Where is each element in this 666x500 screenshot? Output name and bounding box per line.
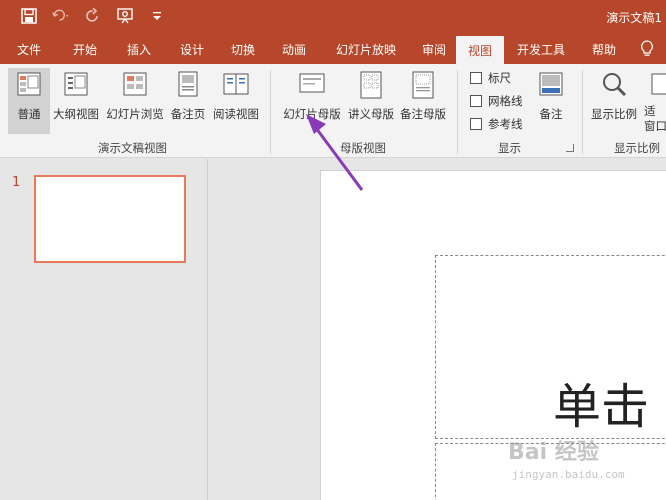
outline-view-icon [64, 72, 88, 96]
tab-insert[interactable]: 插入 [112, 34, 166, 64]
notes-page-button[interactable]: 备注页 [168, 68, 208, 134]
guides-label: 参考线 [488, 117, 523, 131]
outline-view-label: 大纲视图 [53, 107, 99, 121]
watermark: Bai 经验 [508, 440, 599, 465]
reading-view-label: 阅读视图 [213, 107, 259, 121]
tab-file[interactable]: 文件 [0, 34, 58, 64]
reading-view-button[interactable]: 阅读视图 [210, 68, 262, 134]
normal-view-label: 普通 [17, 107, 41, 121]
fit-window-label-2: 窗口 [644, 119, 666, 133]
slide-master-icon [299, 73, 325, 93]
tab-view[interactable]: 视图 [456, 36, 504, 64]
ribbon: 普通 大纲视图 幻灯片浏览 备注页 阅读视图 演示文稿视图 幻灯片母版 讲义母版… [0, 64, 666, 158]
slide-number: 1 [12, 175, 21, 190]
fit-window-icon [651, 73, 666, 95]
tab-transitions[interactable]: 切换 [218, 34, 268, 64]
tab-animations[interactable]: 动画 [268, 34, 320, 64]
slide-master-button[interactable]: 幻灯片母版 [280, 68, 344, 134]
quick-access-toolbar [20, 7, 166, 25]
slide-sorter-label: 幻灯片浏览 [106, 107, 164, 121]
checkbox-icon [470, 118, 482, 130]
magnifier-icon [603, 73, 627, 97]
slide-canvas[interactable]: 单击 [320, 170, 666, 500]
notes-master-icon [412, 71, 434, 99]
outline-view-button[interactable]: 大纲视图 [51, 68, 101, 134]
undo-icon[interactable] [52, 7, 70, 25]
fit-to-window-button[interactable]: 适 窗口 [644, 68, 666, 134]
title-bar: 演示文稿1 [0, 0, 666, 34]
show-group-label: 显示 [498, 141, 521, 155]
gridlines-checkbox[interactable]: 网格线 [470, 93, 523, 109]
gridlines-label: 网格线 [488, 94, 523, 108]
tab-help[interactable]: 帮助 [578, 34, 630, 64]
watermark-url: jingyan.baidu.com [512, 468, 625, 481]
normal-view-icon [17, 72, 41, 96]
customize-icon[interactable] [148, 7, 166, 25]
reading-view-icon [223, 73, 249, 95]
slide-thumbnail[interactable] [34, 175, 186, 263]
title-placeholder-text: 单击 [553, 379, 650, 435]
slide-sorter-button[interactable]: 幻灯片浏览 [104, 68, 166, 134]
tab-developer[interactable]: 开发工具 [504, 34, 578, 64]
ruler-checkbox[interactable]: 标尺 [470, 70, 511, 86]
dialog-launcher-icon[interactable] [566, 144, 574, 152]
group-separator [582, 70, 583, 154]
document-title: 演示文稿1 [606, 11, 662, 25]
present-icon[interactable] [116, 7, 134, 25]
notes-master-button[interactable]: 备注母版 [398, 68, 448, 134]
tab-review[interactable]: 审阅 [412, 34, 456, 64]
save-icon[interactable] [20, 7, 38, 25]
handout-master-button[interactable]: 讲义母版 [346, 68, 396, 134]
ruler-label: 标尺 [488, 71, 511, 85]
normal-view-button[interactable]: 普通 [8, 68, 50, 134]
guides-checkbox[interactable]: 参考线 [470, 116, 523, 132]
tab-slideshow[interactable]: 幻灯片放映 [320, 34, 412, 64]
checkbox-icon [470, 72, 482, 84]
redo-icon[interactable] [84, 7, 102, 25]
group-separator [270, 70, 271, 154]
notes-page-icon [178, 71, 198, 97]
zoom-button[interactable]: 显示比例 [588, 68, 640, 134]
notes-master-label: 备注母版 [400, 107, 446, 121]
notes-label: 备注 [539, 107, 563, 121]
zoom-label: 显示比例 [591, 107, 637, 121]
slide-thumbnail-pane: 1 [0, 159, 208, 500]
tab-design[interactable]: 设计 [166, 34, 218, 64]
handout-master-label: 讲义母版 [348, 107, 394, 121]
fit-window-label-1: 适 [644, 104, 656, 118]
zoom-group-label: 显示比例 [614, 141, 660, 155]
handout-master-icon [360, 71, 382, 99]
checkbox-icon [470, 95, 482, 107]
presentation-views-group-label: 演示文稿视图 [98, 141, 167, 155]
notes-button[interactable]: 备注 [534, 68, 568, 134]
slide-master-label: 幻灯片母版 [283, 107, 341, 121]
slide-sorter-icon [123, 72, 147, 96]
master-views-group-label: 母版视图 [340, 141, 386, 155]
tab-home[interactable]: 开始 [58, 34, 112, 64]
lightbulb-icon[interactable] [630, 34, 664, 64]
notes-icon [539, 72, 563, 96]
notes-page-label: 备注页 [170, 107, 206, 121]
group-separator [457, 70, 458, 154]
ribbon-tabs: 文件 开始 插入 设计 切换 动画 幻灯片放映 审阅 视图 开发工具 帮助 [0, 34, 666, 64]
